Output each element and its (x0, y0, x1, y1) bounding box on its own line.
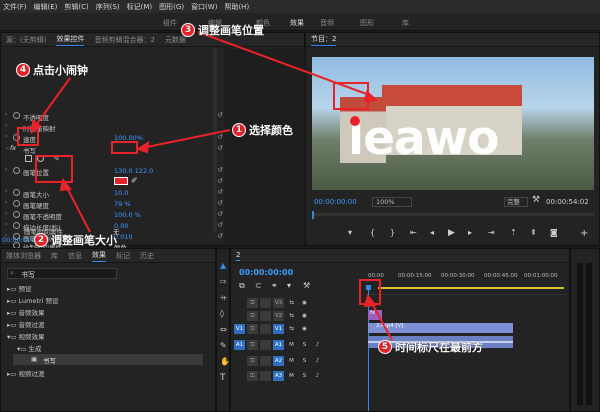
callout-5: 5 时间标尺在最前方 (378, 339, 483, 355)
callout-1: 1 选择颜色 (232, 122, 293, 138)
arrow-2-head (59, 177, 72, 192)
arrow-3-head (363, 90, 379, 103)
arrow-4 (33, 77, 71, 129)
arrow-1-head (135, 141, 150, 154)
callout-3: 3 调整画笔位置 (181, 22, 264, 38)
arrow-3 (197, 31, 373, 97)
arrow-2 (64, 183, 91, 233)
callout-2: 2 调整画笔大小 (34, 232, 117, 248)
annotation-arrows (30, 31, 393, 341)
arrow-5-head (363, 293, 377, 308)
arrow-1 (141, 129, 231, 149)
callout-4: 4 点击小闹钟 (16, 62, 88, 78)
